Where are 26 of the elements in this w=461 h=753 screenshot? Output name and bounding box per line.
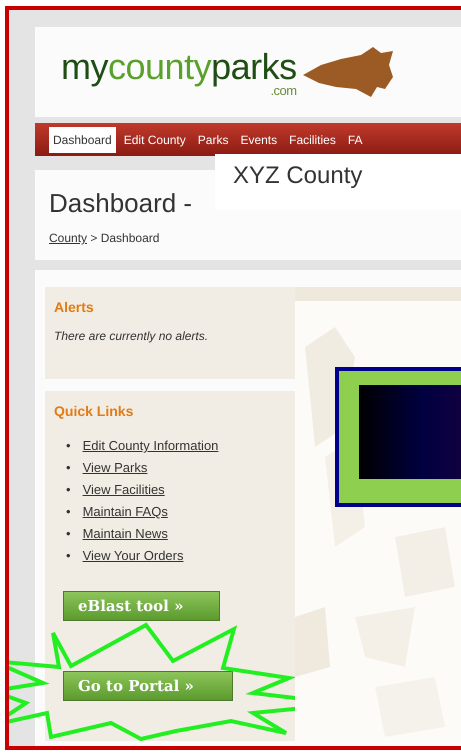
alerts-heading: Alerts — [54, 299, 95, 315]
nav-tab[interactable]: Facilities — [285, 126, 340, 152]
arrowhead-icon — [300, 45, 395, 99]
alerts-message: There are currently no alerts. — [54, 329, 210, 343]
nav-tab[interactable]: Parks — [194, 126, 232, 152]
bullet: • — [66, 503, 71, 521]
quick-link[interactable]: Maintain News — [82, 523, 168, 545]
quick-link[interactable]: View Your Orders — [82, 545, 184, 567]
breadcrumb: County > Dashboard — [49, 231, 160, 245]
quick-links-heading: Quick Links — [54, 403, 134, 419]
bullet: • — [66, 437, 71, 455]
quick-link[interactable]: View Facilities — [82, 479, 165, 501]
quick-link[interactable]: Edit County Information — [82, 435, 218, 457]
breadcrumb-link[interactable]: County — [49, 231, 88, 245]
nav-tab[interactable]: Dashboard — [49, 126, 116, 152]
bullet: • — [66, 481, 71, 499]
title-overlay: XYZ County — [215, 154, 461, 210]
bullet: • — [66, 459, 71, 477]
nav-tab[interactable]: FA — [344, 126, 366, 152]
quick-link[interactable]: Maintain FAQs — [82, 501, 168, 523]
quick-link[interactable]: View Parks — [82, 457, 148, 479]
bullet: • — [66, 525, 71, 543]
nav-tab[interactable]: Events — [236, 126, 282, 152]
bullet: • — [66, 547, 71, 565]
page-title: Dashboard - — [49, 188, 194, 219]
nav-tab[interactable]: Edit County — [120, 126, 190, 152]
